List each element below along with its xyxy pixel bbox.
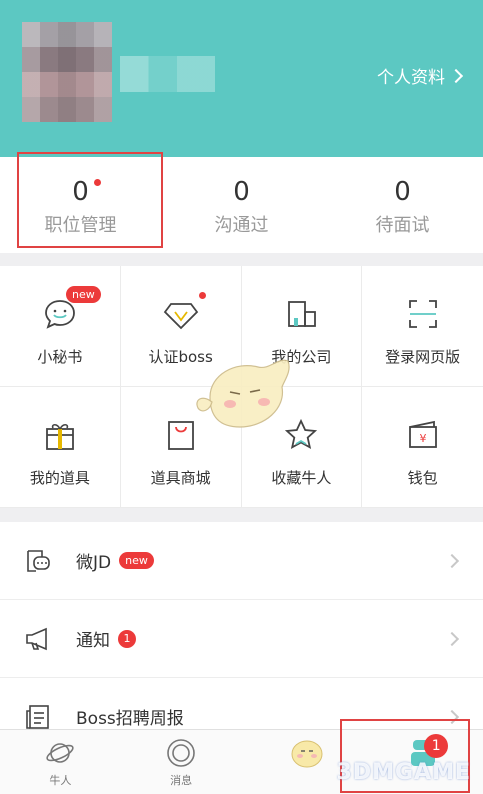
profile-link-label: 个人资料	[377, 68, 445, 88]
grid-item-verify-boss[interactable]: 认证boss	[120, 266, 242, 387]
user-name-blurred	[120, 56, 215, 92]
chevron-right-icon	[444, 709, 460, 724]
chat-doc-icon	[24, 547, 52, 575]
mascot-icon	[287, 738, 323, 768]
megaphone-icon	[24, 625, 52, 653]
profile-header: 个人资料	[0, 0, 483, 157]
tab-badge: 1	[424, 734, 449, 758]
new-badge: new	[66, 286, 101, 303]
profile-link[interactable]: 个人资料	[377, 63, 464, 88]
chevron-right-icon	[448, 68, 464, 83]
stat-label: 沟通过	[214, 215, 269, 236]
building-icon	[283, 296, 319, 332]
list-item-notifications[interactable]: 通知 1	[0, 600, 483, 678]
stats-bar: 0 职位管理 0 沟通过 0 待面试	[0, 157, 483, 253]
grid-item-my-company[interactable]: 我的公司	[241, 266, 363, 387]
grid-item-label: 我的公司	[271, 348, 332, 366]
grid-item-wallet[interactable]: ¥ 钱包	[362, 387, 483, 508]
grid-item-label: 道具商城	[150, 469, 211, 487]
grid-item-web-login[interactable]: 登录网页版	[362, 266, 483, 387]
stat-job-management[interactable]: 0 职位管理	[0, 157, 161, 253]
grid-item-label: 钱包	[407, 469, 438, 487]
shopping-bag-icon	[163, 417, 199, 453]
list-item-label: 微JD	[76, 553, 112, 573]
grid-item-label: 登录网页版	[385, 348, 461, 366]
grid-item-label: 收藏牛人	[271, 469, 332, 487]
yen-symbol: ¥	[419, 432, 426, 445]
gift-icon	[42, 417, 78, 453]
list-item-label: Boss招聘周报	[76, 709, 184, 729]
chevron-right-icon	[444, 553, 460, 568]
star-icon	[283, 417, 319, 453]
chevron-right-icon	[444, 631, 460, 646]
stat-label: 职位管理	[44, 215, 117, 236]
new-badge: new	[119, 552, 154, 569]
tab-label: 牛人	[49, 774, 72, 787]
red-dot-indicator	[93, 179, 101, 186]
list-item-micro-jd[interactable]: 微JD new	[0, 522, 483, 600]
count-badge: 1	[118, 629, 136, 648]
grid-item-props-mall[interactable]: 道具商城	[120, 387, 242, 508]
stat-label: 待面试	[375, 215, 430, 236]
grid-item-label: 认证boss	[148, 348, 213, 366]
grid-item-label: 小秘书	[37, 348, 83, 366]
scan-icon	[405, 296, 441, 332]
menu-list: 微JD new 通知 1 Boss招聘周报	[0, 522, 483, 732]
feature-grid: new 小秘书 认证boss 我的公司 登录网页版 我的道具 道具商城 收藏牛人…	[0, 266, 483, 508]
report-icon	[24, 703, 52, 731]
planet-icon	[45, 738, 75, 768]
grid-item-assistant[interactable]: new 小秘书	[0, 266, 121, 387]
watermark-logo: 3DMGAME	[336, 760, 471, 785]
grid-item-label: 我的道具	[29, 469, 90, 487]
wallet-icon: ¥	[405, 417, 441, 453]
tab-messages[interactable]: 消息	[121, 730, 242, 794]
message-icon	[166, 738, 196, 768]
stat-value: 0	[233, 177, 250, 207]
grid-item-saved-talent[interactable]: 收藏牛人	[241, 387, 363, 508]
red-dot-indicator	[198, 292, 206, 299]
stat-communicated[interactable]: 0 沟通过	[161, 157, 322, 253]
tab-talent[interactable]: 牛人	[0, 730, 121, 794]
stat-value: 0	[394, 177, 411, 207]
tab-label: 消息	[170, 774, 193, 787]
stat-pending-interview[interactable]: 0 待面试	[322, 157, 483, 253]
diamond-icon	[163, 296, 199, 332]
list-item-label: 通知	[76, 631, 110, 651]
avatar[interactable]	[22, 22, 112, 122]
grid-item-my-props[interactable]: 我的道具	[0, 387, 121, 508]
stat-value: 0	[72, 177, 89, 207]
